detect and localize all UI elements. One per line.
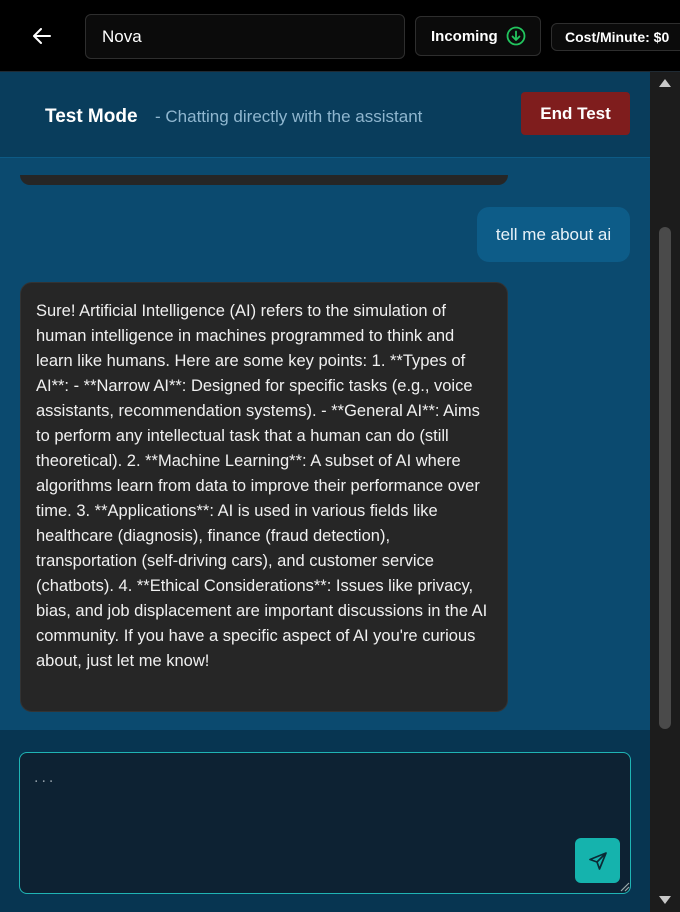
direction-label: Incoming: [431, 27, 498, 45]
scrollbar-thumb[interactable]: [659, 227, 671, 729]
test-mode-bar: Test Mode - Chatting directly with the a…: [0, 72, 650, 158]
chat-panel: Test Mode - Chatting directly with the a…: [0, 72, 650, 912]
top-header: Incoming Cost/Minute: $0: [0, 0, 680, 72]
send-icon: [588, 851, 607, 870]
message-input-box: [19, 752, 631, 894]
message-input[interactable]: [20, 753, 630, 893]
message-list: tell me about ai Sure! Artificial Intell…: [0, 158, 650, 730]
arrow-down-circle-icon: [506, 26, 526, 46]
previous-message-bubble: [20, 175, 508, 185]
test-mode-title: Test Mode: [45, 106, 138, 127]
send-button[interactable]: [575, 838, 620, 883]
test-mode-subtitle: - Chatting directly with the assistant: [155, 107, 423, 126]
assistant-message-bubble: Sure! Artificial Intelligence (AI) refer…: [20, 282, 508, 712]
back-button[interactable]: [22, 18, 62, 54]
end-test-button[interactable]: End Test: [521, 92, 630, 135]
assistant-name-input[interactable]: [85, 14, 405, 59]
cost-value: $0: [653, 29, 670, 45]
arrow-left-icon: [33, 28, 51, 44]
cost-per-minute-badge: Cost/Minute: $0: [551, 23, 680, 51]
vertical-scrollbar[interactable]: [650, 72, 680, 912]
scroll-down-icon[interactable]: [658, 895, 672, 905]
scroll-up-icon[interactable]: [658, 78, 672, 88]
cost-label: Cost/Minute:: [565, 29, 650, 45]
user-message-bubble: tell me about ai: [477, 207, 630, 262]
direction-toggle[interactable]: Incoming: [415, 16, 541, 56]
composer-area: [0, 730, 650, 912]
resize-grip-icon[interactable]: [618, 880, 630, 892]
